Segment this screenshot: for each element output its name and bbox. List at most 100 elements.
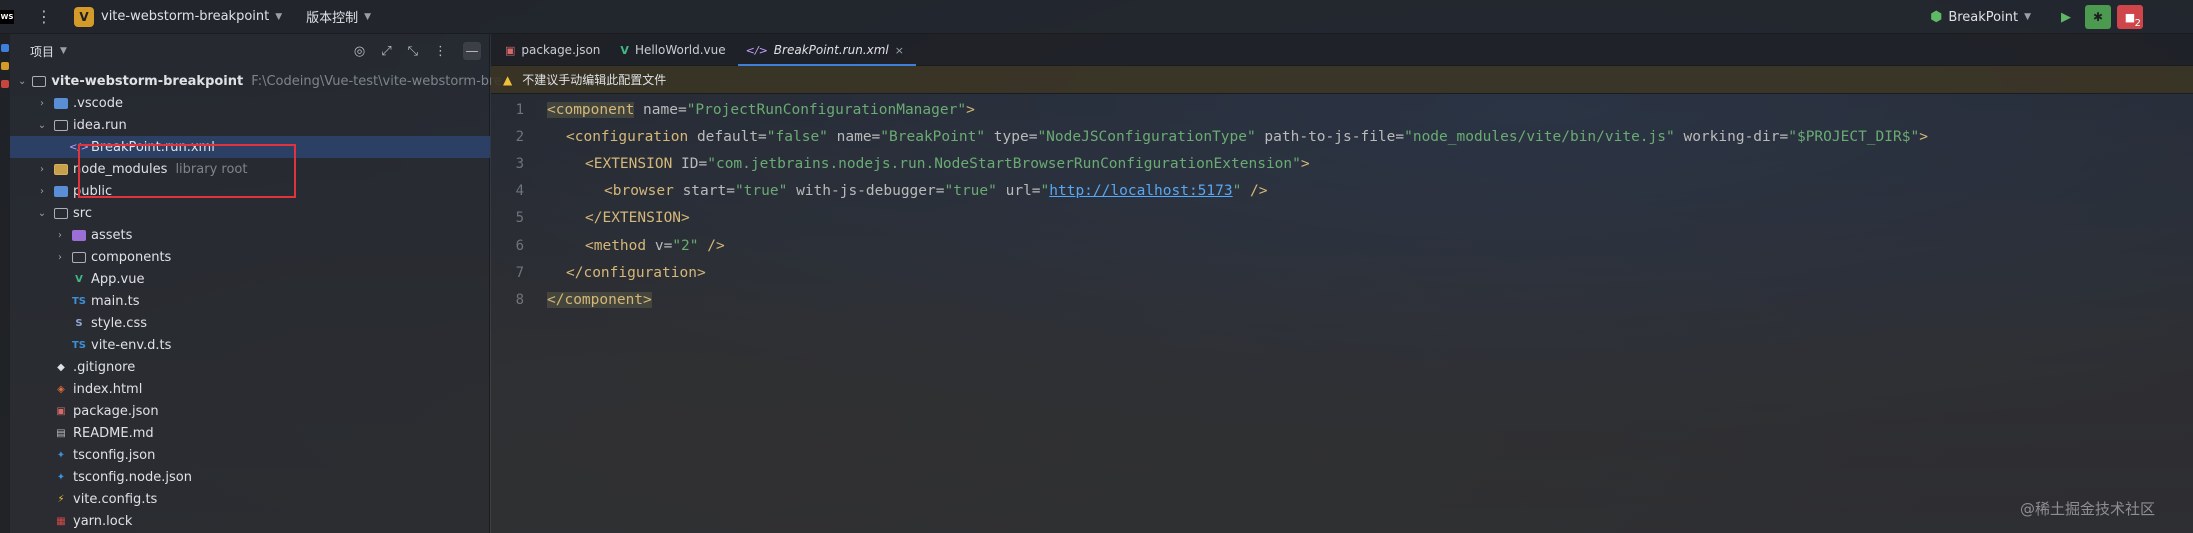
folder-icon <box>54 185 68 197</box>
tsc-file-icon: ✦ <box>56 471 66 483</box>
warning-icon: ▲ <box>503 72 513 87</box>
folder-icon <box>54 207 68 219</box>
expand-closed-icon[interactable]: › <box>36 186 48 197</box>
project-selector[interactable]: vite-webstorm-breakpoint <box>101 9 269 24</box>
vcs-menu[interactable]: 版本控制 <box>306 7 358 26</box>
editor-area: ▣ package.json V HelloWorld.vue </> BreakPoin… <box>491 34 2193 533</box>
run-icon[interactable]: ▶ <box>2061 10 2071 25</box>
code-token: <component <box>547 101 635 118</box>
expand-open-icon[interactable]: ⌄ <box>36 208 48 219</box>
close-tab-icon[interactable]: × <box>895 44 904 57</box>
tree-item[interactable]: ⚡ vite.config.ts <box>10 488 490 510</box>
code-token: /> <box>1241 183 1268 200</box>
tree-item[interactable]: › .vscode <box>10 92 490 114</box>
expand-closed-icon[interactable]: › <box>36 164 48 175</box>
run-config-selector[interactable]: BreakPoint <box>1948 10 2018 25</box>
tree-item[interactable]: › node_modules library root <box>10 158 490 180</box>
minimize-icon[interactable]: — <box>463 42 481 60</box>
code-content: </component> <box>547 291 652 308</box>
tree-item[interactable]: ⌄ src <box>10 202 490 224</box>
editor-tab[interactable]: V HelloWorld.vue <box>612 35 737 65</box>
code-line: 3 <EXTENSION ID="com.jetbrains.nodejs.run… <box>491 150 2193 177</box>
chevron-down-icon[interactable]: ▼ <box>275 12 282 22</box>
webstorm-logo-icon: WS <box>0 9 14 24</box>
tree-item[interactable]: Sstyle.css <box>10 312 490 334</box>
expand-closed-icon[interactable]: › <box>54 252 66 263</box>
stop-button[interactable]: ■ 2 <box>2117 5 2143 29</box>
tree-item-label: main.ts <box>91 293 140 309</box>
folder-icon <box>54 163 68 175</box>
code-token: name= <box>827 128 881 145</box>
expand-closed-icon[interactable]: › <box>36 98 48 109</box>
debug-button[interactable]: ✱ <box>2085 5 2111 29</box>
code-token: > <box>1919 128 1928 145</box>
collapse-all-icon[interactable]: ⤡ <box>408 44 418 59</box>
project-badge-icon[interactable]: V <box>74 6 94 27</box>
project-panel-header: 项目 ▼ ◎ ⤢ ⤡ ⋮ — <box>10 34 489 68</box>
tree-item[interactable]: </> BreakPoint.run.xml <box>10 136 490 158</box>
git-file-icon: ◆ <box>57 361 65 373</box>
tree-item[interactable]: ▣ package.json <box>10 400 490 422</box>
code-token: ID= <box>672 155 708 172</box>
tree-item[interactable]: ⌄ idea.run <box>10 114 490 136</box>
tree-item[interactable]: › assets <box>10 224 490 246</box>
tree-item[interactable]: ✦ tsconfig.json <box>10 444 490 466</box>
code-token: v= <box>646 237 673 254</box>
expand-closed-icon[interactable]: › <box>54 230 66 241</box>
tree-item[interactable]: ◈ index.html <box>10 378 490 400</box>
json-file-icon: ▣ <box>56 405 66 417</box>
tree-item[interactable]: V App.vue <box>10 268 490 290</box>
commit-tool-icon[interactable] <box>1 62 9 70</box>
tree-item[interactable]: ⌄ vite-webstorm-breakpoint F:\Codeing\Vue-… <box>10 70 502 92</box>
code-token: "2" <box>672 237 699 254</box>
tree-item[interactable]: › components <box>10 246 490 268</box>
chevron-down-icon[interactable]: ▼ <box>2024 12 2031 22</box>
project-tree: ⌄ vite-webstorm-breakpoint F:\Codeing\Vue-… <box>10 70 502 532</box>
tree-item[interactable]: › public <box>10 180 490 202</box>
tree-item-label: yarn.lock <box>73 513 133 529</box>
editor-tabs: ▣ package.json V HelloWorld.vue </> BreakPoin… <box>491 34 2193 66</box>
folder-icon <box>72 251 86 263</box>
code-line: 2 <configuration default="false" name="Br… <box>491 123 2193 150</box>
tree-item-label: README.md <box>73 425 154 441</box>
project-tool-icon[interactable] <box>1 44 9 52</box>
tree-item[interactable]: TS main.ts <box>10 290 490 312</box>
tree-item[interactable]: TS vite-env.d.ts <box>10 334 490 356</box>
code-token: <EXTENSION <box>585 155 673 172</box>
expand-all-icon[interactable]: ⤢ <box>381 44 391 59</box>
expand-open-icon[interactable]: ⌄ <box>36 120 48 131</box>
editor-tab[interactable]: </> BreakPoint.run.xml × <box>737 35 917 66</box>
tree-item-label: assets <box>91 227 133 243</box>
code-editor[interactable]: 1 <component name="ProjectRunConfiguratio… <box>491 96 2193 314</box>
tree-item-label: BreakPoint.run.xml <box>91 139 215 155</box>
code-token: start= <box>673 183 735 200</box>
expand-open-icon[interactable]: ⌄ <box>18 76 26 87</box>
code-token: url= <box>996 183 1041 200</box>
tree-item[interactable]: ✦ tsconfig.node.json <box>10 466 490 488</box>
editor-tab[interactable]: ▣ package.json <box>497 35 612 65</box>
code-token: working-dir= <box>1674 128 1789 145</box>
tree-item-label: src <box>73 205 92 221</box>
code-token: "node_modules/vite/bin/vite.js" <box>1404 128 1675 145</box>
line-number: 4 <box>515 183 524 200</box>
main-menu-icon[interactable]: ⋮ <box>36 8 52 25</box>
tree-item[interactable]: ▦ yarn.lock <box>10 510 490 532</box>
line-number: 1 <box>515 101 524 118</box>
yarn-file-icon: ▦ <box>56 515 66 527</box>
locate-icon[interactable]: ◎ <box>354 44 365 59</box>
tree-item[interactable]: ▤ README.md <box>10 422 490 444</box>
structure-tool-icon[interactable] <box>1 80 9 88</box>
code-line: 6 <method v="2" /> <box>491 232 2193 259</box>
options-icon[interactable]: ⋮ <box>434 44 447 59</box>
code-content: <EXTENSION ID="com.jetbrains.nodejs.run.… <box>547 156 1310 172</box>
html-file-icon: ◈ <box>57 383 65 395</box>
code-line: 7 </configuration> <box>491 259 2193 286</box>
code-token: "$PROJECT_DIR$" <box>1788 128 1920 145</box>
folder-icon <box>32 75 47 87</box>
code-content: </EXTENSION> <box>547 210 690 226</box>
chevron-down-icon[interactable]: ▼ <box>60 46 67 56</box>
chevron-down-icon[interactable]: ▼ <box>364 12 371 22</box>
project-panel-title[interactable]: 项目 <box>30 43 54 60</box>
tree-item-label: .vscode <box>73 95 123 111</box>
tree-item[interactable]: ◆ .gitignore <box>10 356 490 378</box>
